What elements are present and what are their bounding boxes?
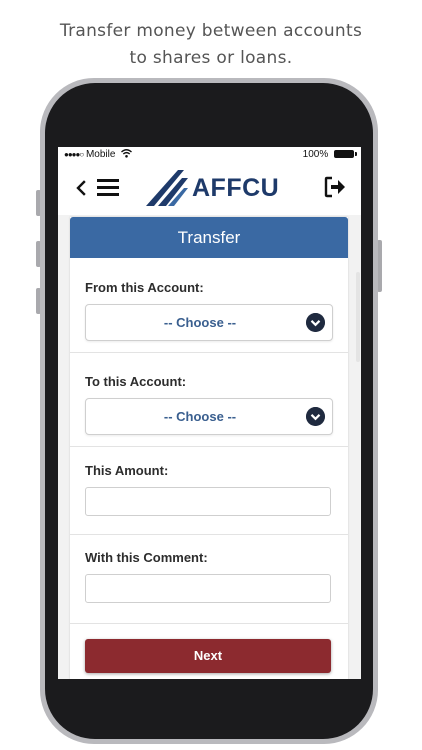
status-right: 100% bbox=[302, 149, 357, 160]
status-left: ●●●●○ Mobile bbox=[64, 149, 133, 160]
status-bar: ●●●●○ Mobile 100% bbox=[58, 147, 361, 163]
caption-line-2: to shares or loans. bbox=[129, 48, 293, 68]
to-account-section: To this Account: -- Choose -- bbox=[70, 353, 348, 447]
logout-icon[interactable] bbox=[323, 175, 347, 199]
transfer-card: Transfer From this Account: -- Choose --… bbox=[70, 217, 348, 679]
app-header: AFFCU bbox=[58, 163, 361, 215]
chevron-down-icon bbox=[306, 313, 325, 332]
from-account-select[interactable]: -- Choose -- bbox=[85, 304, 333, 341]
signal-strength-icon: ●●●●○ bbox=[64, 150, 84, 159]
scrollbar[interactable] bbox=[356, 272, 360, 362]
from-account-label: From this Account: bbox=[85, 280, 204, 295]
from-account-section: From this Account: -- Choose -- bbox=[70, 258, 348, 353]
amount-label: This Amount: bbox=[85, 463, 169, 478]
to-account-label: To this Account: bbox=[85, 374, 187, 389]
amount-input[interactable] bbox=[85, 487, 331, 516]
comment-input[interactable] bbox=[85, 574, 331, 603]
to-account-selected: -- Choose -- bbox=[163, 409, 237, 424]
transfer-title: Transfer bbox=[70, 217, 348, 258]
logo-text: AFFCU bbox=[192, 174, 280, 202]
marketing-caption: Transfer money between accounts to share… bbox=[0, 18, 422, 72]
from-account-selected: -- Choose -- bbox=[163, 315, 237, 330]
to-account-select[interactable]: -- Choose -- bbox=[85, 398, 333, 435]
comment-section: With this Comment: bbox=[70, 535, 348, 624]
battery-icon bbox=[334, 150, 357, 158]
battery-percent: 100% bbox=[302, 149, 329, 160]
affcu-logo: AFFCU bbox=[144, 166, 280, 208]
wifi-icon bbox=[121, 149, 133, 158]
chevron-down-icon bbox=[306, 407, 325, 426]
hamburger-menu-icon[interactable] bbox=[96, 176, 122, 198]
comment-label: With this Comment: bbox=[85, 550, 208, 565]
caption-line-1: Transfer money between accounts bbox=[59, 21, 363, 41]
carrier-name: Mobile bbox=[85, 149, 116, 160]
amount-section: This Amount: bbox=[70, 447, 348, 535]
next-button[interactable]: Next bbox=[85, 639, 331, 673]
chevron-left-icon[interactable] bbox=[71, 175, 91, 201]
affcu-wing-logo-icon bbox=[146, 170, 188, 206]
phone-screen: ●●●●○ Mobile 100% AFFCU Transfer From th… bbox=[58, 147, 361, 679]
